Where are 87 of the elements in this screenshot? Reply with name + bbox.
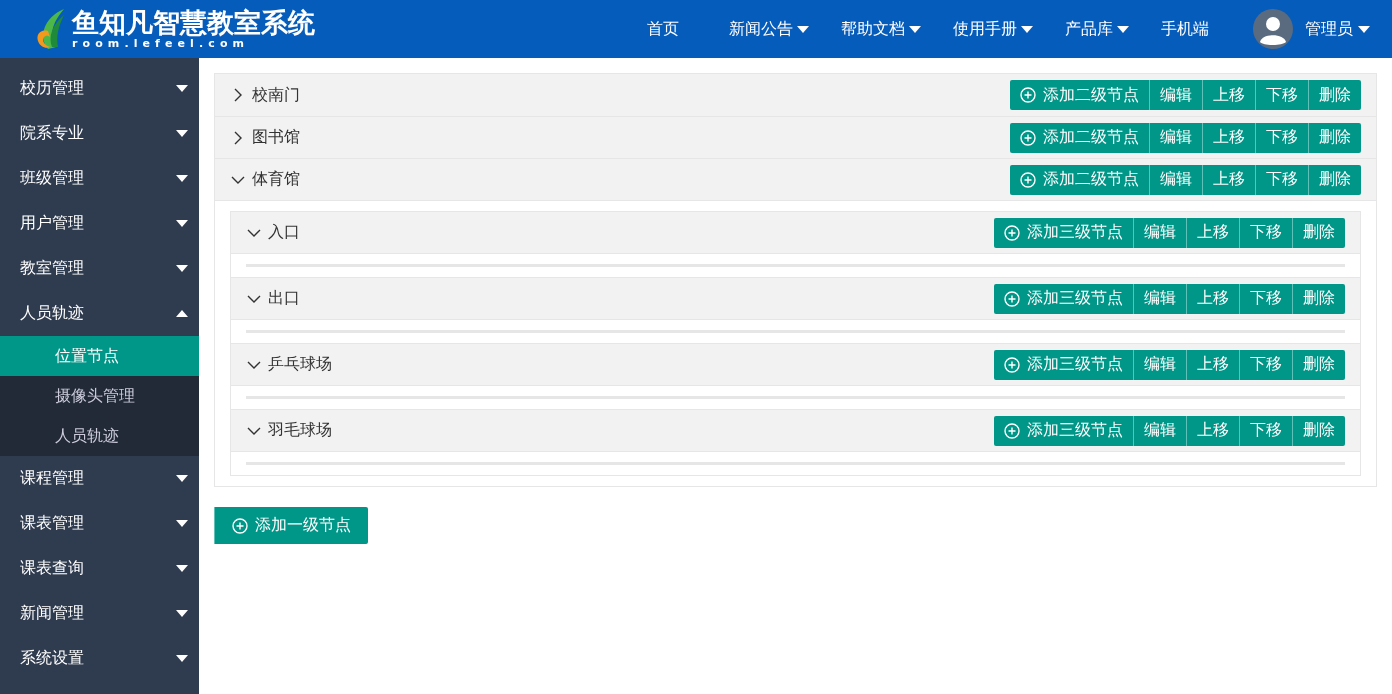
node-name: 入口 [268, 222, 300, 243]
add-child-button[interactable]: 添加二级节点 [1010, 80, 1149, 110]
add-icon [1004, 224, 1020, 241]
node-name: 图书馆 [252, 127, 300, 148]
sidebar-subitem[interactable]: 位置节点 [0, 336, 199, 376]
add-child-button[interactable]: 添加三级节点 [994, 415, 1133, 446]
node-action-button[interactable]: 删除 [1292, 349, 1345, 380]
add-child-button[interactable]: 添加三级节点 [994, 217, 1133, 248]
chevron-down-icon[interactable] [247, 360, 261, 369]
node-action-button[interactable]: 下移 [1255, 80, 1308, 110]
node-name: 羽毛球场 [268, 420, 332, 441]
node-action-button[interactable]: 上移 [1186, 415, 1239, 446]
node-name: 体育馆 [252, 169, 300, 190]
chevron-down-icon[interactable] [247, 294, 261, 303]
add-child-button[interactable]: 添加二级节点 [1010, 122, 1149, 153]
tree-node-header[interactable]: 图书馆 添加二级节点 编辑 上移 下移 删除 [215, 117, 1376, 158]
add-icon [1004, 356, 1020, 373]
node-action-button[interactable]: 下移 [1239, 349, 1292, 380]
add-icon [1004, 290, 1020, 307]
add-child-button[interactable]: 添加二级节点 [1010, 164, 1149, 195]
add-icon [1020, 129, 1036, 146]
node-action-button[interactable]: 上移 [1202, 122, 1255, 153]
node-action-button[interactable]: 编辑 [1149, 80, 1202, 110]
sidebar-item[interactable]: 课程管理 [0, 456, 199, 501]
sidebar-item[interactable]: 教室管理 [0, 246, 199, 291]
node-action-button[interactable]: 删除 [1308, 122, 1361, 153]
add-child-button[interactable]: 添加三级节点 [994, 283, 1133, 314]
node-name: 出口 [268, 288, 300, 309]
add-icon [1004, 422, 1020, 439]
chevron-down-icon[interactable] [231, 175, 245, 184]
add-child-button[interactable]: 添加三级节点 [994, 349, 1133, 380]
sidebar-subitem[interactable]: 摄像头管理 [0, 376, 199, 416]
sidebar-item[interactable]: 新闻管理 [0, 591, 199, 636]
tree-node-header[interactable]: 出口 添加三级节点 编辑 上移 下移 删除 [231, 278, 1360, 319]
nav-link[interactable]: 帮助文档 [831, 18, 931, 40]
node-action-button[interactable]: 上移 [1202, 164, 1255, 195]
node-action-button[interactable]: 编辑 [1149, 122, 1202, 153]
tree-node-header[interactable]: 入口 添加三级节点 编辑 上移 下移 删除 [231, 212, 1360, 253]
sidebar-item[interactable]: 人员轨迹 [0, 291, 199, 336]
sidebar-item[interactable]: 班级管理 [0, 156, 199, 201]
add-root-node-button[interactable]: 添加一级节点 [214, 507, 368, 544]
node-action-button[interactable]: 下移 [1255, 122, 1308, 153]
add-icon [232, 517, 248, 534]
node-action-button[interactable]: 下移 [1239, 283, 1292, 314]
node-action-button[interactable]: 上移 [1186, 283, 1239, 314]
nav-link[interactable]: 产品库 [1055, 18, 1139, 40]
sidebar-item[interactable]: 课表管理 [0, 501, 199, 546]
logo-title: 鱼知凡智慧教室系统 [72, 8, 315, 38]
user-menu[interactable]: 管理员 [1305, 18, 1370, 40]
tree-node-header[interactable]: 乒乓球场 添加三级节点 编辑 上移 下移 删除 [231, 344, 1360, 385]
node-name: 乒乓球场 [268, 354, 332, 375]
node-action-button[interactable]: 删除 [1308, 164, 1361, 195]
node-action-button[interactable]: 删除 [1292, 415, 1345, 446]
node-action-button[interactable]: 删除 [1292, 283, 1345, 314]
node-action-button[interactable]: 编辑 [1149, 164, 1202, 195]
nav-link[interactable]: 手机端 [1151, 18, 1219, 40]
node-action-button[interactable]: 编辑 [1133, 349, 1186, 380]
tree-node-header[interactable]: 校南门 添加二级节点 编辑 上移 下移 删除 [215, 74, 1376, 116]
tree-node-header[interactable]: 体育馆 添加二级节点 编辑 上移 下移 删除 [215, 159, 1376, 200]
node-action-button[interactable]: 删除 [1308, 80, 1361, 110]
sidebar-item[interactable]: 课表查询 [0, 546, 199, 591]
node-action-button[interactable]: 下移 [1255, 164, 1308, 195]
node-action-button[interactable]: 下移 [1239, 217, 1292, 248]
chevron-down-icon[interactable] [247, 228, 261, 237]
node-name: 校南门 [252, 84, 300, 106]
node-action-button[interactable]: 编辑 [1133, 217, 1186, 248]
avatar-icon[interactable] [1253, 9, 1293, 49]
node-action-button[interactable]: 上移 [1186, 349, 1239, 380]
node-action-button[interactable]: 编辑 [1133, 283, 1186, 314]
nav-link[interactable]: 使用手册 [943, 18, 1043, 40]
sidebar-item[interactable]: 用户管理 [0, 201, 199, 246]
node-action-button[interactable]: 上移 [1186, 217, 1239, 248]
sidebar-item[interactable]: 系统设置 [0, 636, 199, 681]
node-action-button[interactable]: 删除 [1292, 217, 1345, 248]
sidebar-item[interactable]: 校历管理 [0, 66, 199, 111]
nav-link[interactable]: 首页 [637, 18, 689, 40]
node-action-button[interactable]: 编辑 [1133, 415, 1186, 446]
tree-node-header[interactable]: 羽毛球场 添加三级节点 编辑 上移 下移 删除 [231, 410, 1360, 451]
chevron-down-icon[interactable] [247, 426, 261, 435]
sidebar-item[interactable]: 院系专业 [0, 111, 199, 156]
node-action-button[interactable]: 下移 [1239, 415, 1292, 446]
node-action-button[interactable]: 上移 [1202, 80, 1255, 110]
add-icon [1020, 171, 1036, 188]
logo-subtitle: room.lefeel.com [72, 38, 250, 50]
nav-link[interactable]: 新闻公告 [719, 18, 819, 40]
add-icon [1020, 87, 1036, 103]
sidebar-subitem[interactable]: 人员轨迹 [0, 416, 199, 456]
